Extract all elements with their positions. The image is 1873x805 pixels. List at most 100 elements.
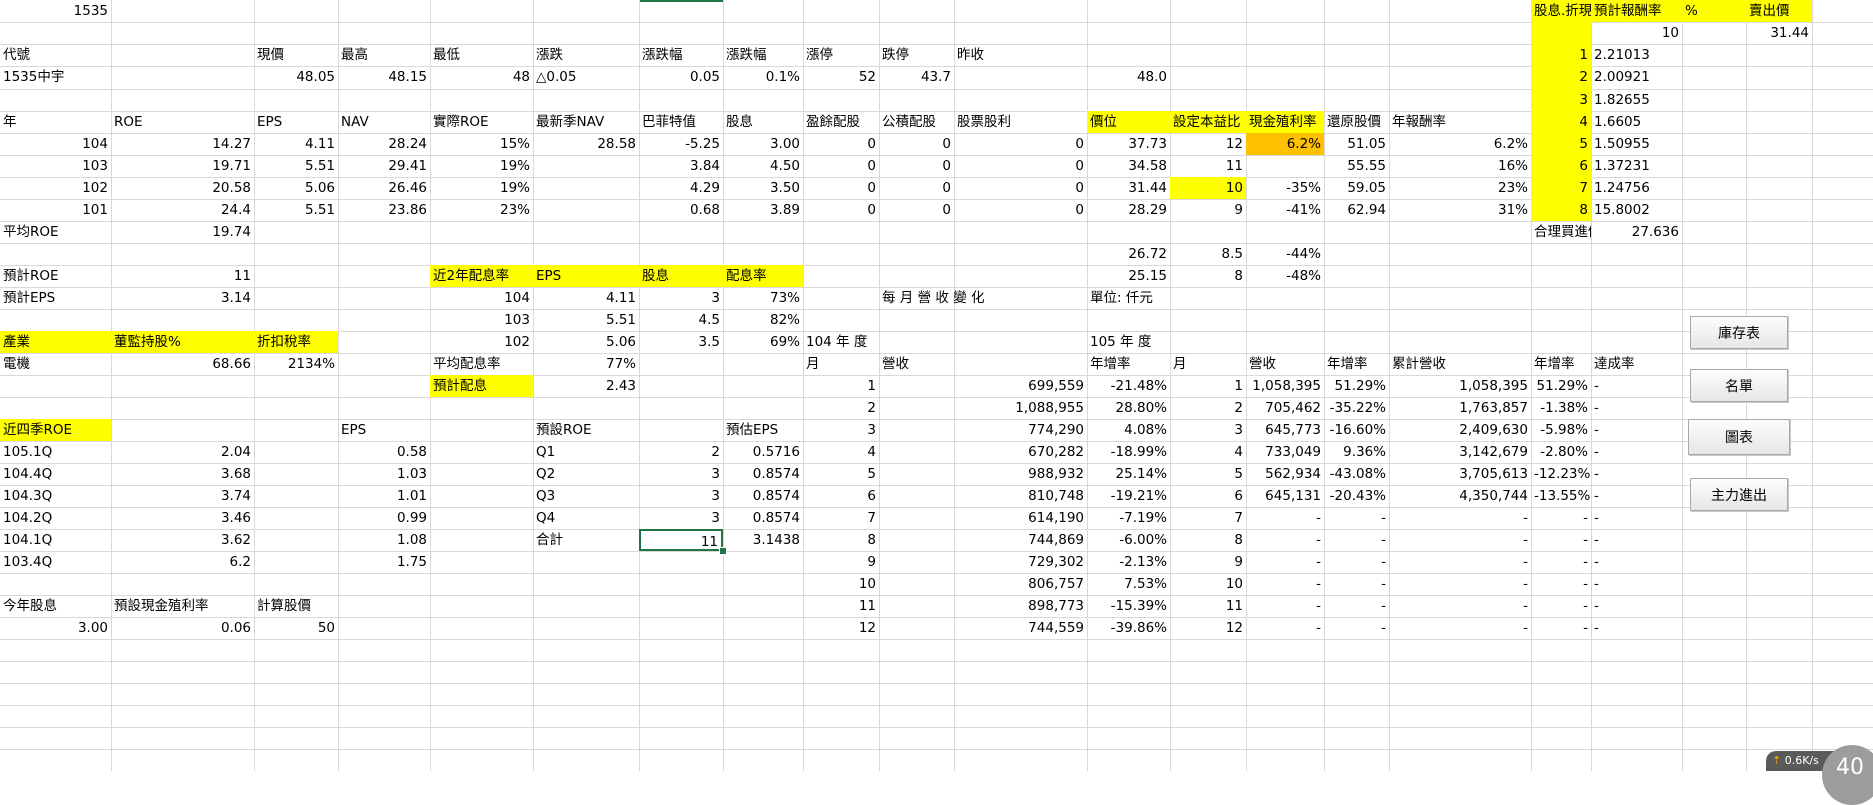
table-row-cell[interactable]: 34.58: [1087, 155, 1170, 177]
table-row-cell[interactable]: [1246, 155, 1324, 177]
revenue-growth-cell[interactable]: -7.19%: [1087, 507, 1170, 529]
avg-payout-value[interactable]: 77%: [533, 353, 639, 375]
preset-roe-value[interactable]: 2: [639, 441, 723, 463]
payout-header-cell[interactable]: 配息率: [723, 265, 803, 287]
year-104-title[interactable]: 104 年 度: [803, 331, 879, 353]
table-row-cell[interactable]: 6.2%: [1246, 133, 1324, 155]
estimate-value[interactable]: 3.14: [111, 287, 254, 309]
revenue-105-cell[interactable]: -: [1389, 507, 1531, 529]
revenue-105-cell[interactable]: 1,058,395: [1246, 375, 1324, 397]
industry-value-cell[interactable]: 68.66: [111, 353, 254, 375]
payout-cell[interactable]: 4.5: [639, 309, 723, 331]
revenue-105-cell[interactable]: -: [1246, 551, 1324, 573]
revenue-105-cell[interactable]: -: [1246, 617, 1324, 639]
revenue-105-cell[interactable]: -: [1591, 485, 1682, 507]
revenue-105-cell[interactable]: -20.43%: [1324, 485, 1389, 507]
revenue-growth-cell[interactable]: 4.08%: [1087, 419, 1170, 441]
table-row-cell[interactable]: 101: [0, 199, 111, 221]
list-button[interactable]: 名單: [1690, 369, 1788, 402]
discount-fill[interactable]: [1531, 22, 1591, 44]
payout-cell[interactable]: 102: [430, 331, 533, 353]
table-row-cell[interactable]: 23.86: [338, 199, 430, 221]
table-row-cell[interactable]: [533, 199, 639, 221]
table-row-cell[interactable]: 0: [879, 133, 954, 155]
revenue-105-cell[interactable]: -: [1591, 595, 1682, 617]
discount-factor-cell[interactable]: 2.00921: [1591, 66, 1682, 89]
payout-header-cell[interactable]: 股息: [639, 265, 723, 287]
payout-cell[interactable]: 3.5: [639, 331, 723, 353]
revenue-growth-cell[interactable]: -15.39%: [1087, 595, 1170, 617]
discount-year-cell[interactable]: 6: [1531, 155, 1591, 177]
revenue-header-cell[interactable]: 累計營收: [1389, 353, 1531, 375]
table-row-cell[interactable]: 0: [954, 133, 1087, 155]
expected-return-label[interactable]: 預計報酬率: [1591, 0, 1682, 22]
revenue-105-cell[interactable]: -43.08%: [1324, 463, 1389, 485]
industry-header-cell[interactable]: 董監持股%: [111, 331, 254, 353]
quarter-label[interactable]: 104.1Q: [0, 529, 111, 551]
price-level-cell[interactable]: 26.72: [1087, 243, 1170, 265]
expected-payout-label[interactable]: 預計配息: [430, 375, 533, 397]
table-header-cell[interactable]: 設定本益比: [1170, 111, 1246, 133]
revenue-105-cell[interactable]: 3,705,613: [1389, 463, 1531, 485]
table-header-cell[interactable]: NAV: [338, 111, 430, 133]
table-row-cell[interactable]: 3.84: [639, 155, 723, 177]
table-row-cell[interactable]: 3.89: [723, 199, 803, 221]
spreadsheet-grid[interactable]: 1535 股息.折現 預計報酬率% 賣出價 10 31.44 代號 現價 最高 最低 漲跌 漲跌幅 漲跌…: [0, 0, 1873, 771]
fair-price-value[interactable]: 27.636: [1591, 221, 1682, 243]
return-rate-value[interactable]: 10: [1591, 22, 1682, 44]
estimated-eps-value[interactable]: 0.8574: [723, 507, 803, 529]
table-row-cell[interactable]: 0: [954, 177, 1087, 199]
revenue-105-cell[interactable]: -: [1389, 551, 1531, 573]
revenue-value-cell[interactable]: 670,282: [879, 441, 1087, 463]
revenue-105-cell[interactable]: 7: [1170, 507, 1246, 529]
table-row-cell[interactable]: 19.71: [111, 155, 254, 177]
discount-year-cell[interactable]: 7: [1531, 177, 1591, 199]
estimate-label[interactable]: 預計EPS: [0, 287, 111, 309]
revenue-value-cell[interactable]: 806,757: [879, 573, 1087, 595]
dividend-calc-header[interactable]: 計算股價: [254, 595, 338, 617]
table-row-cell[interactable]: 28.24: [338, 133, 430, 155]
quarter-label[interactable]: 104.2Q: [0, 507, 111, 529]
table-header-cell[interactable]: 公積配股: [879, 111, 954, 133]
preset-roe-value[interactable]: 3: [639, 463, 723, 485]
table-header-cell[interactable]: 價位: [1087, 111, 1170, 133]
discount-year-cell[interactable]: 4: [1531, 111, 1591, 133]
table-header-cell[interactable]: 股票股利: [954, 111, 1087, 133]
payout-cell[interactable]: 5.51: [533, 309, 639, 331]
table-row-cell[interactable]: 4.50: [723, 155, 803, 177]
table-header-cell[interactable]: EPS: [254, 111, 338, 133]
revenue-month-cell[interactable]: 8: [803, 529, 879, 551]
estimated-eps-value[interactable]: 0.8574: [723, 463, 803, 485]
preset-roe-value[interactable]: 3: [639, 485, 723, 507]
quote-value-cell[interactable]: 48: [430, 66, 533, 89]
avg-roe-label[interactable]: 平均ROE: [0, 221, 111, 243]
avg-roe-value[interactable]: 19.74: [111, 221, 254, 243]
quote-header-cell[interactable]: 現價: [254, 44, 338, 66]
revenue-105-cell[interactable]: -16.60%: [1324, 419, 1389, 441]
discount-year-cell[interactable]: 5: [1531, 133, 1591, 155]
dividend-calc-header[interactable]: 今年股息: [0, 595, 111, 617]
quarter-eps-value[interactable]: 1.03: [338, 463, 430, 485]
payout-cell[interactable]: 69%: [723, 331, 803, 353]
percent-label[interactable]: %: [1682, 0, 1746, 22]
payout-cell[interactable]: 5.06: [533, 331, 639, 353]
quote-header-cell[interactable]: 漲停: [803, 44, 879, 66]
revenue-105-cell[interactable]: -: [1531, 573, 1591, 595]
revenue-month-cell[interactable]: 5: [803, 463, 879, 485]
quarter-eps-value[interactable]: 1.08: [338, 529, 430, 551]
revenue-105-cell[interactable]: 4,350,744: [1389, 485, 1531, 507]
table-row-cell[interactable]: 0: [954, 155, 1087, 177]
revenue-month-cell[interactable]: 7: [803, 507, 879, 529]
table-row-cell[interactable]: 26.46: [338, 177, 430, 199]
revenue-value-cell[interactable]: 614,190: [879, 507, 1087, 529]
discount-factor-cell[interactable]: 2.21013: [1591, 44, 1682, 66]
revenue-growth-cell[interactable]: 7.53%: [1087, 573, 1170, 595]
revenue-105-cell[interactable]: 12: [1170, 617, 1246, 639]
payout-cell[interactable]: 103: [430, 309, 533, 331]
quote-value-cell[interactable]: 52: [803, 66, 879, 89]
table-row-cell[interactable]: 104: [0, 133, 111, 155]
table-row-cell[interactable]: 0: [954, 199, 1087, 221]
table-row-cell[interactable]: 9: [1170, 199, 1246, 221]
revenue-value-cell[interactable]: 744,559: [879, 617, 1087, 639]
revenue-value-cell[interactable]: 898,773: [879, 595, 1087, 617]
